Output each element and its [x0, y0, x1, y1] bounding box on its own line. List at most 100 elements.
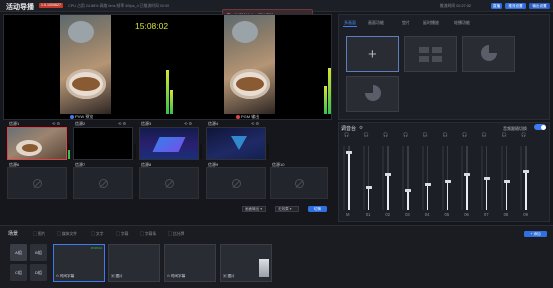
mixer-settings-icon[interactable]: ⚙ — [359, 125, 363, 131]
channel-head-icon[interactable]: 🎧 — [462, 132, 467, 137]
channel-fader-fill — [525, 171, 527, 210]
channel-head-icon[interactable]: 🎧 — [344, 132, 349, 137]
channel-label: 07 — [483, 212, 489, 217]
scene-group-c[interactable]: C组 — [10, 264, 27, 281]
channel-fader-knob[interactable] — [405, 189, 412, 193]
channel-fader-fill — [387, 174, 389, 210]
source-10-tile[interactable] — [270, 167, 328, 199]
program-audio-meter-r — [324, 86, 327, 114]
channel-head-icon[interactable]: 🎧 — [364, 132, 369, 137]
mixer-title: 调音台 — [341, 126, 357, 132]
tab-delay-play[interactable]: 延时播放 — [423, 20, 439, 26]
channel-label: 01 — [365, 212, 371, 217]
channel-head-icon[interactable]: 🎧 — [423, 132, 428, 137]
tab-pad[interactable]: 垫片 — [402, 20, 410, 26]
channel-fader-knob[interactable] — [424, 182, 431, 186]
tab-picture-function[interactable]: 画面功能 — [368, 20, 384, 26]
channel-fader-knob[interactable] — [464, 173, 471, 177]
layout-pip[interactable] — [462, 36, 515, 72]
stream-settings-button[interactable]: 推流设置 — [505, 2, 526, 9]
layout-quad[interactable] — [404, 36, 457, 72]
source-2-tile[interactable] — [73, 127, 133, 160]
status-readout: CPU 占用 24.88% 网络 0ms 帧率 30fps_4 已推流时间 00… — [68, 4, 170, 8]
program-label: PGM 输出 — [236, 114, 259, 120]
app-title: 活动导播 — [6, 4, 34, 11]
empty-slot-icon — [32, 178, 42, 188]
empty-slot-icon — [164, 178, 174, 188]
live-button[interactable]: 直播 — [491, 2, 502, 9]
channel-head-icon[interactable]: 🎧 — [502, 132, 507, 137]
tab-carousel[interactable]: 轮播功能 — [454, 20, 470, 26]
channel-fader-knob[interactable] — [346, 150, 352, 154]
audio-follow-toggle[interactable] — [534, 124, 546, 130]
channel-vu-meter — [382, 146, 385, 210]
tool-image[interactable]: ▢ 图片 — [33, 232, 45, 237]
channel-fader-fill — [407, 190, 409, 210]
source-3-meter — [200, 144, 202, 159]
layout-pie[interactable] — [346, 76, 399, 112]
scene-thumb-4[interactable]: ▣ 图片 — [220, 244, 272, 282]
add-scene-button[interactable]: + 添加 — [524, 231, 547, 237]
preview-audio-meter-r — [170, 90, 173, 114]
source-3-gear-icon[interactable]: ⟲ ⚙ — [184, 121, 192, 126]
channel-vu-meter — [343, 146, 345, 210]
scene-group-a[interactable]: A组 — [10, 244, 27, 261]
add-layout-button[interactable]: + — [346, 36, 399, 72]
source-9-tile[interactable] — [206, 167, 266, 199]
channel-vu-meter — [402, 146, 405, 210]
tool-text[interactable]: ▢ 文字 — [91, 232, 103, 237]
channel-fader-fill — [466, 174, 468, 210]
channel-fader-knob[interactable] — [385, 173, 392, 177]
channel-fader-knob[interactable] — [365, 186, 372, 190]
channel-head-icon[interactable]: 🎧 — [521, 132, 526, 137]
source-3-tile[interactable] — [139, 127, 199, 160]
source-6-tile[interactable] — [7, 167, 67, 199]
channel-fader-knob[interactable] — [503, 179, 510, 183]
tool-subtitle[interactable]: ▢ 字幕 — [116, 232, 128, 237]
source-2-meter — [134, 144, 136, 159]
switch-button[interactable]: 切换 — [308, 206, 327, 212]
source-1-meter — [68, 144, 70, 159]
channel-label: 06 — [464, 212, 469, 217]
channel-label: M — [346, 212, 350, 217]
channel-vu-meter — [421, 146, 424, 210]
channel-vu-meter — [362, 146, 365, 210]
channel-head-icon[interactable]: 🎧 — [443, 132, 448, 137]
channel-head-icon[interactable]: 🎧 — [403, 132, 408, 137]
program-clock: 15:08:02 — [135, 21, 169, 31]
source-1-gear-icon[interactable]: ⟲ ⚙ — [52, 121, 60, 126]
channel-vu-meter — [480, 146, 483, 210]
tool-media[interactable]: ▢ 媒体文件 — [57, 232, 77, 237]
channel-fader-fill — [367, 187, 370, 210]
channel-vu-meter — [441, 146, 444, 210]
program-video[interactable] — [224, 15, 275, 114]
source-7-tile[interactable] — [73, 167, 133, 199]
version-badge: 1.0.1000627 — [39, 3, 63, 8]
scene-thumb-2[interactable]: ▣ 图片 — [108, 244, 160, 282]
channel-fader-knob[interactable] — [523, 170, 530, 174]
output-settings-button[interactable]: 输出设置 — [529, 2, 550, 9]
program-audio-meter — [328, 68, 331, 114]
source-4-gear-icon[interactable]: ⟲ ⚙ — [251, 121, 259, 126]
channel-head-icon[interactable]: 🎧 — [383, 132, 388, 137]
scene-group-b[interactable]: B组 — [30, 244, 47, 261]
channel-fader-knob[interactable] — [444, 179, 451, 183]
source-1-tile[interactable] — [7, 127, 67, 160]
effect-select[interactable]: 无效果 ▾ — [275, 206, 299, 212]
output-select[interactable]: 画面输出 ▾ — [242, 206, 266, 212]
tool-scoreboard[interactable]: ▢ 比分牌 — [168, 232, 184, 237]
preview-video[interactable] — [60, 15, 111, 114]
scene-thumb-3[interactable]: ⏲ 时间字幕 — [164, 244, 216, 282]
channel-label: 09 — [523, 212, 528, 217]
scene-thumb-1[interactable]: 15:08:02 ⏲ 时间字幕 — [53, 244, 105, 282]
scene-group-d[interactable]: D组 — [30, 264, 47, 281]
source-2-gear-icon[interactable]: ⟲ ⚙ — [118, 121, 126, 126]
channel-label: 08 — [503, 212, 509, 217]
tool-subtitle-bar[interactable]: ▢ 字幕条 — [140, 232, 156, 237]
channel-fader-fill — [426, 184, 429, 210]
source-4-tile[interactable] — [206, 127, 266, 160]
preview-label: PVW 预览 — [70, 114, 93, 120]
source-8-tile[interactable] — [139, 167, 199, 199]
channel-fader-knob[interactable] — [483, 176, 490, 180]
channel-head-icon[interactable]: 🎧 — [482, 132, 487, 137]
